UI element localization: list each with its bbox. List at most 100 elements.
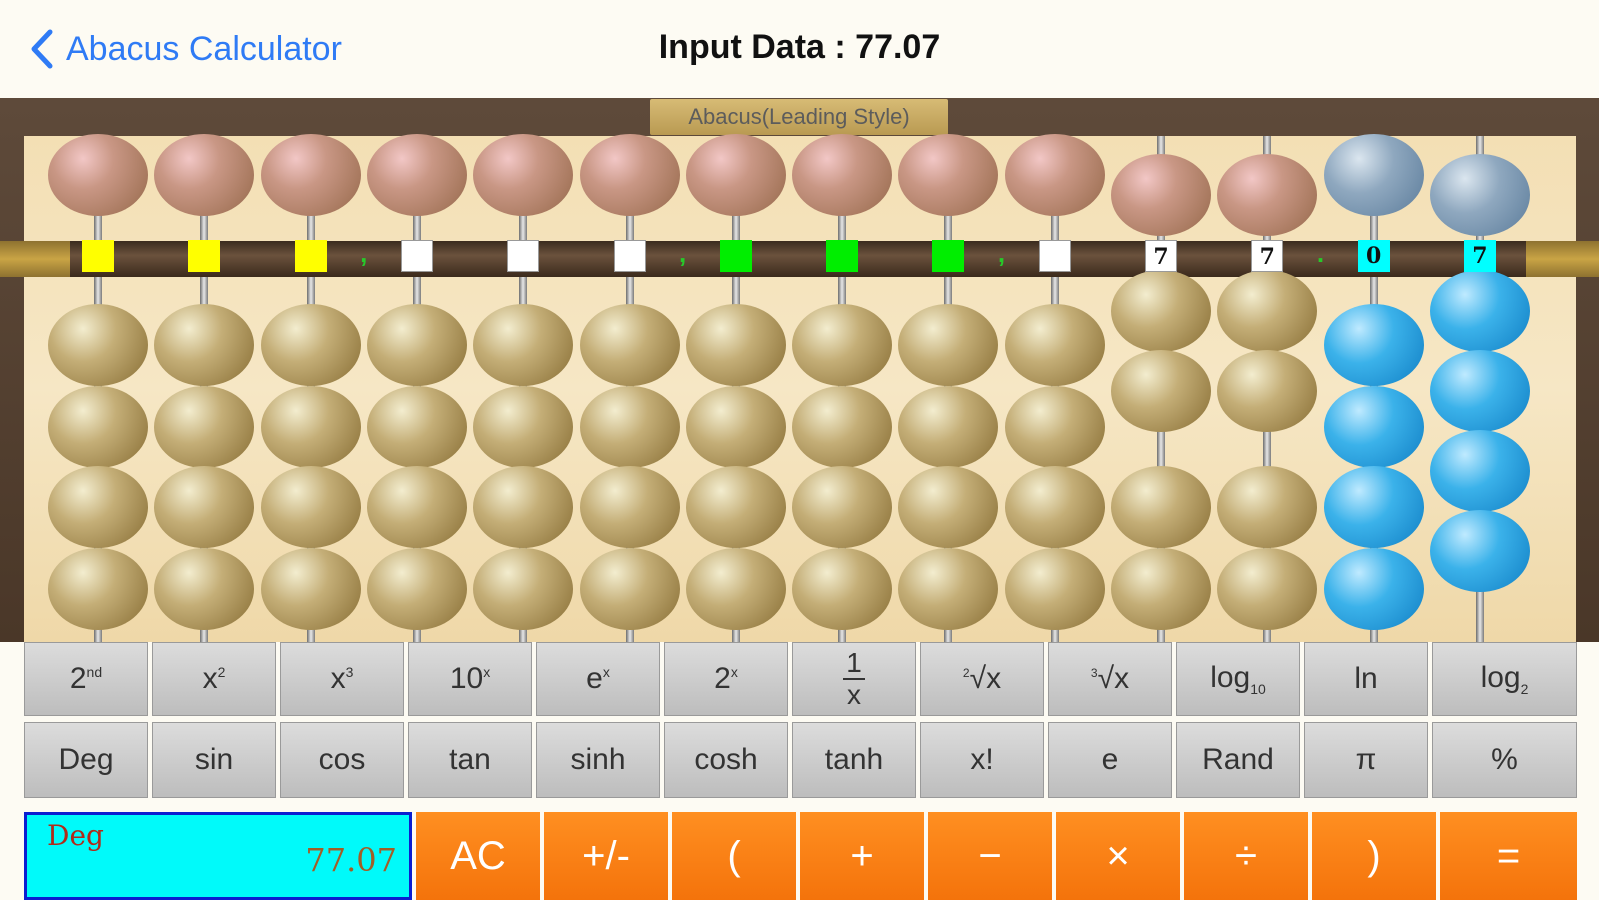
lower-bead[interactable] bbox=[154, 386, 255, 468]
pi-key[interactable]: π bbox=[1304, 722, 1428, 798]
lower-bead[interactable] bbox=[154, 304, 255, 386]
lower-bead[interactable] bbox=[898, 386, 999, 468]
divide-key[interactable]: ÷ bbox=[1184, 812, 1308, 900]
lower-bead[interactable] bbox=[1111, 350, 1211, 432]
multiply-key[interactable]: × bbox=[1056, 812, 1180, 900]
lower-bead[interactable] bbox=[1217, 350, 1318, 432]
lower-bead[interactable] bbox=[898, 548, 999, 630]
log10-key[interactable]: log10 bbox=[1176, 642, 1300, 716]
lower-bead[interactable] bbox=[898, 304, 999, 386]
lower-bead[interactable] bbox=[1323, 304, 1424, 386]
lower-bead[interactable] bbox=[1429, 510, 1530, 592]
lower-bead[interactable] bbox=[685, 466, 786, 548]
sign-toggle-key[interactable]: +/- bbox=[544, 812, 668, 900]
plus-key[interactable]: + bbox=[800, 812, 924, 900]
upper-bead[interactable] bbox=[1217, 154, 1318, 236]
lower-bead[interactable] bbox=[366, 386, 467, 468]
cosh-key[interactable]: cosh bbox=[664, 722, 788, 798]
cube-key[interactable]: x3 bbox=[280, 642, 404, 716]
lower-bead[interactable] bbox=[366, 304, 467, 386]
upper-bead[interactable] bbox=[473, 134, 574, 216]
lower-bead[interactable] bbox=[366, 466, 467, 548]
lower-bead[interactable] bbox=[366, 548, 467, 630]
lower-bead[interactable] bbox=[685, 548, 786, 630]
sinh-key[interactable]: sinh bbox=[536, 722, 660, 798]
upper-bead[interactable] bbox=[792, 134, 893, 216]
tan-key[interactable]: tan bbox=[408, 722, 532, 798]
lower-bead[interactable] bbox=[579, 386, 680, 468]
lower-bead[interactable] bbox=[1217, 548, 1318, 630]
lower-bead[interactable] bbox=[579, 548, 680, 630]
lower-bead[interactable] bbox=[792, 466, 893, 548]
rand-key[interactable]: Rand bbox=[1176, 722, 1300, 798]
upper-bead[interactable] bbox=[579, 134, 680, 216]
lower-bead[interactable] bbox=[473, 548, 574, 630]
upper-bead[interactable] bbox=[154, 134, 255, 216]
deg-key[interactable]: Deg bbox=[24, 722, 148, 798]
upper-bead[interactable] bbox=[1004, 134, 1105, 216]
sin-key[interactable]: sin bbox=[152, 722, 276, 798]
square-root-key[interactable]: 2√x bbox=[920, 642, 1044, 716]
two-power-key[interactable]: 2x bbox=[664, 642, 788, 716]
lower-bead[interactable] bbox=[1323, 466, 1424, 548]
lower-bead[interactable] bbox=[473, 304, 574, 386]
lower-bead[interactable] bbox=[1004, 304, 1105, 386]
lower-bead[interactable] bbox=[154, 548, 255, 630]
all-clear-key[interactable]: AC bbox=[416, 812, 540, 900]
minus-key[interactable]: − bbox=[928, 812, 1052, 900]
upper-bead[interactable] bbox=[1111, 154, 1211, 236]
lower-bead[interactable] bbox=[48, 386, 148, 468]
lower-bead[interactable] bbox=[579, 466, 680, 548]
lower-bead[interactable] bbox=[1004, 548, 1105, 630]
lower-bead[interactable] bbox=[260, 466, 361, 548]
upper-bead[interactable] bbox=[48, 134, 148, 216]
lower-bead[interactable] bbox=[260, 304, 361, 386]
lower-bead[interactable] bbox=[1217, 466, 1318, 548]
lower-bead[interactable] bbox=[1429, 430, 1530, 512]
lower-bead[interactable] bbox=[685, 304, 786, 386]
lower-bead[interactable] bbox=[1429, 350, 1530, 432]
close-paren-key[interactable]: ) bbox=[1312, 812, 1436, 900]
lower-bead[interactable] bbox=[1111, 466, 1211, 548]
upper-bead[interactable] bbox=[260, 134, 361, 216]
lower-bead[interactable] bbox=[473, 386, 574, 468]
lower-bead[interactable] bbox=[579, 304, 680, 386]
lower-bead[interactable] bbox=[473, 466, 574, 548]
lower-bead[interactable] bbox=[685, 386, 786, 468]
lower-bead[interactable] bbox=[260, 386, 361, 468]
ln-key[interactable]: ln bbox=[1304, 642, 1428, 716]
upper-bead[interactable] bbox=[898, 134, 999, 216]
lower-bead[interactable] bbox=[792, 548, 893, 630]
exp-key[interactable]: ex bbox=[536, 642, 660, 716]
lower-bead[interactable] bbox=[792, 304, 893, 386]
upper-bead[interactable] bbox=[1323, 134, 1424, 216]
second-function-key[interactable]: 2nd bbox=[24, 642, 148, 716]
lower-bead[interactable] bbox=[898, 466, 999, 548]
upper-bead[interactable] bbox=[1429, 154, 1530, 236]
lower-bead[interactable] bbox=[1217, 270, 1318, 352]
factorial-key[interactable]: x! bbox=[920, 722, 1044, 798]
cube-root-key[interactable]: 3√x bbox=[1048, 642, 1172, 716]
lower-bead[interactable] bbox=[48, 548, 148, 630]
log2-key[interactable]: log2 bbox=[1432, 642, 1577, 716]
lower-bead[interactable] bbox=[1004, 386, 1105, 468]
lower-bead[interactable] bbox=[1429, 270, 1530, 352]
equals-key[interactable]: = bbox=[1440, 812, 1577, 900]
square-key[interactable]: x2 bbox=[152, 642, 276, 716]
lower-bead[interactable] bbox=[154, 466, 255, 548]
lower-bead[interactable] bbox=[48, 304, 148, 386]
lower-bead[interactable] bbox=[1323, 386, 1424, 468]
lower-bead[interactable] bbox=[1323, 548, 1424, 630]
open-paren-key[interactable]: ( bbox=[672, 812, 796, 900]
lower-bead[interactable] bbox=[260, 548, 361, 630]
ten-power-key[interactable]: 10x bbox=[408, 642, 532, 716]
cos-key[interactable]: cos bbox=[280, 722, 404, 798]
lower-bead[interactable] bbox=[48, 466, 148, 548]
lower-bead[interactable] bbox=[1111, 270, 1211, 352]
euler-key[interactable]: e bbox=[1048, 722, 1172, 798]
tanh-key[interactable]: tanh bbox=[792, 722, 916, 798]
reciprocal-key[interactable]: 1x bbox=[792, 642, 916, 716]
lower-bead[interactable] bbox=[1004, 466, 1105, 548]
upper-bead[interactable] bbox=[685, 134, 786, 216]
lower-bead[interactable] bbox=[1111, 548, 1211, 630]
